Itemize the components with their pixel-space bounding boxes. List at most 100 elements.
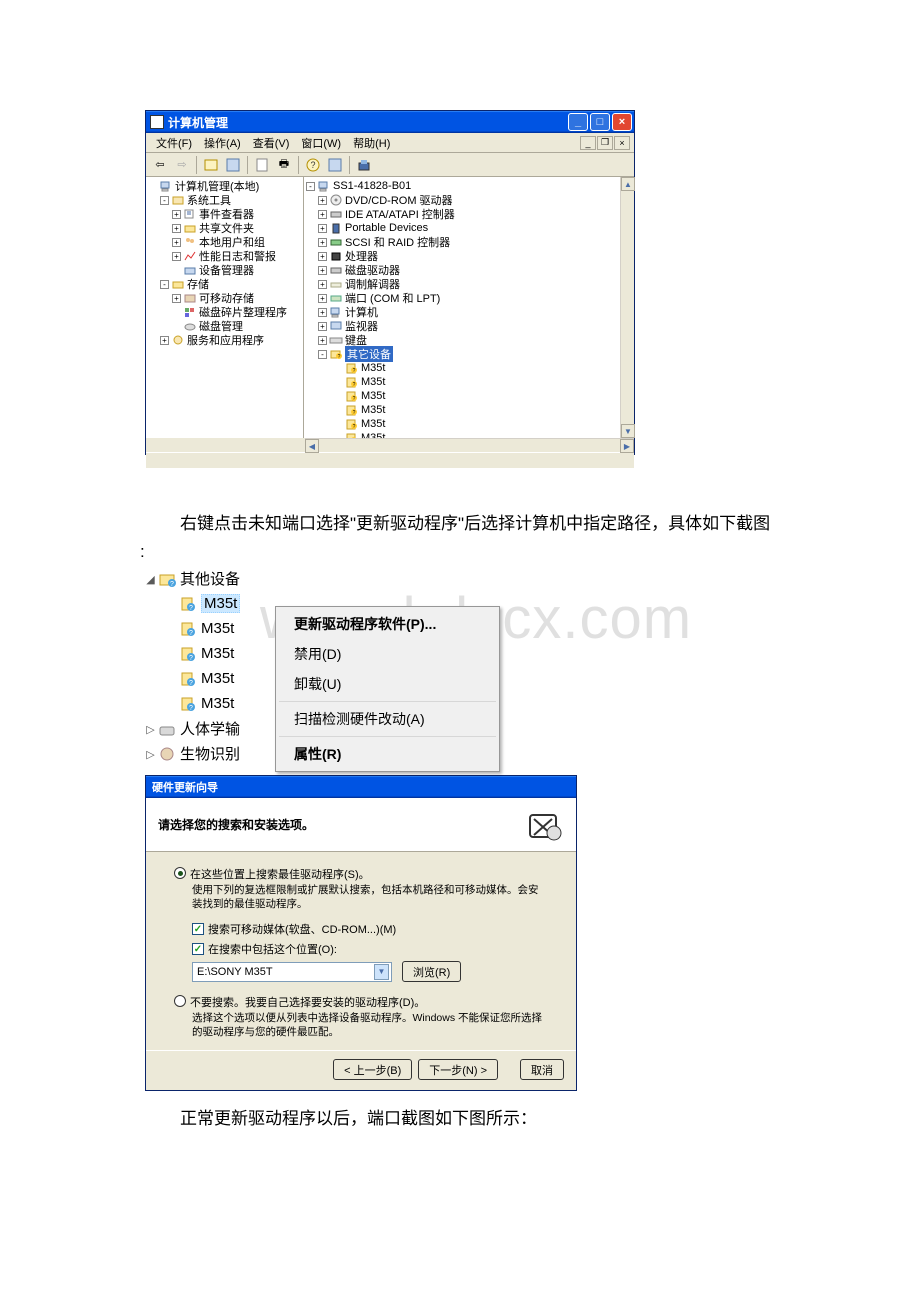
expand-icon[interactable]: + [318,210,327,219]
tree-node[interactable]: +调制解调器 [306,277,620,291]
forward-button[interactable]: ⇨ [172,155,192,175]
horizontal-scrollbar[interactable]: ◀ ▶ [305,438,634,452]
expand-icon[interactable]: + [318,238,327,247]
refresh-button[interactable] [325,155,345,175]
radio-search-locations[interactable]: 在这些位置上搜索最佳驱动程序(S)。 [174,866,548,882]
expand-icon[interactable]: + [172,238,181,247]
properties-button[interactable] [252,155,272,175]
tree-node[interactable]: ?M35t [306,389,620,403]
expand-icon[interactable]: + [318,294,327,303]
tree-node[interactable]: ?M35t [306,403,620,417]
show-hide-tree-button[interactable] [223,155,243,175]
tree-node[interactable]: ?M35t [306,375,620,389]
tree-node[interactable]: +SCSI 和 RAID 控制器 [306,235,620,249]
back-button[interactable]: ⇦ [150,155,170,175]
tree-node-unknown[interactable]: ?M35t [145,666,275,691]
expand-icon[interactable]: + [318,280,327,289]
tree-node[interactable]: -存储 [148,277,301,291]
up-button[interactable] [201,155,221,175]
scroll-right-button[interactable]: ▶ [620,439,634,453]
cancel-button[interactable]: 取消 [520,1059,564,1080]
mdi-restore-button[interactable]: ❐ [597,136,613,150]
tree-node[interactable]: 磁盘碎片整理程序 [148,305,301,319]
tree-node-other-devices[interactable]: ◢ ? 其他设备 [145,566,275,591]
tree-node[interactable]: -?其它设备 [306,347,620,361]
minimize-button[interactable]: _ [568,113,588,131]
checkbox-icon[interactable]: ✓ [192,923,204,935]
collapse-icon[interactable]: - [160,280,169,289]
tree-node[interactable]: +共享文件夹 [148,221,301,235]
expand-icon[interactable]: + [172,210,181,219]
menu-view[interactable]: 查看(V) [247,133,296,153]
tree-node-unknown[interactable]: ?M35t [145,616,275,641]
tree-node[interactable]: +DVD/CD-ROM 驱动器 [306,193,620,207]
scroll-up-button[interactable]: ▲ [621,177,635,191]
tree-node[interactable]: +性能日志和警报 [148,249,301,263]
tree-node[interactable]: +事件查看器 [148,207,301,221]
tree-node[interactable]: ?M35t [306,431,620,438]
tree-node-unknown[interactable]: ?M35t [145,641,275,666]
tree-node[interactable]: +键盘 [306,333,620,347]
expand-icon[interactable]: + [160,336,169,345]
tree-node-unknown[interactable]: ?M35t [145,691,275,716]
tree-node[interactable]: ?M35t [306,361,620,375]
menu-help[interactable]: 帮助(H) [347,133,396,153]
tree-node[interactable]: +磁盘驱动器 [306,263,620,277]
menu-update-driver[interactable]: 更新驱动程序软件(P)... [278,609,497,639]
expand-icon[interactable]: + [172,224,181,233]
menu-file[interactable]: 文件(F) [150,133,198,153]
browse-button[interactable]: 浏览(R) [402,961,461,982]
radio-dont-search[interactable]: 不要搜索。我要自己选择要安装的驱动程序(D)。 [174,994,548,1010]
scroll-down-button[interactable]: ▼ [621,424,635,438]
mdi-minimize-button[interactable]: _ [580,136,596,150]
expand-icon[interactable]: + [318,196,327,205]
collapse-icon[interactable]: - [160,196,169,205]
left-tree[interactable]: 计算机管理(本地)-系统工具+事件查看器+共享文件夹+本地用户和组+性能日志和警… [146,177,304,438]
expand-icon[interactable]: + [172,294,181,303]
tree-node[interactable]: +IDE ATA/ATAPI 控制器 [306,207,620,221]
close-button[interactable]: × [612,113,632,131]
tree-node[interactable]: 计算机管理(本地) [148,179,301,193]
tree-node[interactable]: +计算机 [306,305,620,319]
tree-node[interactable]: +监视器 [306,319,620,333]
menu-window[interactable]: 窗口(W) [295,133,347,153]
checkbox-include-location[interactable]: ✓ 在搜索中包括这个位置(O): [192,941,548,957]
vertical-scrollbar[interactable]: ▲ ▼ [620,177,634,438]
tree-node[interactable]: ?M35t [306,417,620,431]
tree-node-biometric[interactable]: ▷生物识别 [145,741,275,766]
print-button[interactable]: 🖶 [274,155,294,175]
expand-icon[interactable]: + [318,266,327,275]
maximize-button[interactable]: □ [590,113,610,131]
expand-icon[interactable]: + [318,322,327,331]
menu-scan-hardware[interactable]: 扫描检测硬件改动(A) [278,704,497,734]
expand-icon[interactable]: ▷ [145,748,156,759]
expand-icon[interactable]: + [318,336,327,345]
checkbox-removable-media[interactable]: ✓ 搜索可移动媒体(软盘、CD-ROM...)(M) [192,921,548,937]
radio-icon[interactable] [174,867,186,879]
menu-action[interactable]: 操作(A) [198,133,247,153]
tree-node[interactable]: 设备管理器 [148,263,301,277]
radio-icon[interactable] [174,995,186,1007]
collapse-icon[interactable]: - [306,182,315,191]
scroll-left-button[interactable]: ◀ [305,439,319,453]
tree-node[interactable]: +本地用户和组 [148,235,301,249]
menu-disable[interactable]: 禁用(D) [278,639,497,669]
menu-uninstall[interactable]: 卸载(U) [278,669,497,699]
expand-icon[interactable]: + [318,252,327,261]
location-combobox[interactable]: E:\SONY M35T ▼ [192,962,392,982]
tree-node[interactable]: +服务和应用程序 [148,333,301,347]
help-button[interactable]: ? [303,155,323,175]
tree-node[interactable]: +处理器 [306,249,620,263]
tree-node[interactable]: +端口 (COM 和 LPT) [306,291,620,305]
expand-icon[interactable]: + [318,224,327,233]
tree-node[interactable]: +可移动存储 [148,291,301,305]
collapse-icon[interactable]: - [318,350,327,359]
combobox-dropdown-icon[interactable]: ▼ [374,964,389,980]
tree-node-unknown[interactable]: ?M35t [145,591,275,616]
back-button[interactable]: < 上一步(B) [333,1059,412,1080]
tree-node[interactable]: +Portable Devices [306,221,620,235]
expand-icon[interactable]: + [172,252,181,261]
checkbox-icon[interactable]: ✓ [192,943,204,955]
tree-node[interactable]: -系统工具 [148,193,301,207]
tree-node[interactable]: 磁盘管理 [148,319,301,333]
